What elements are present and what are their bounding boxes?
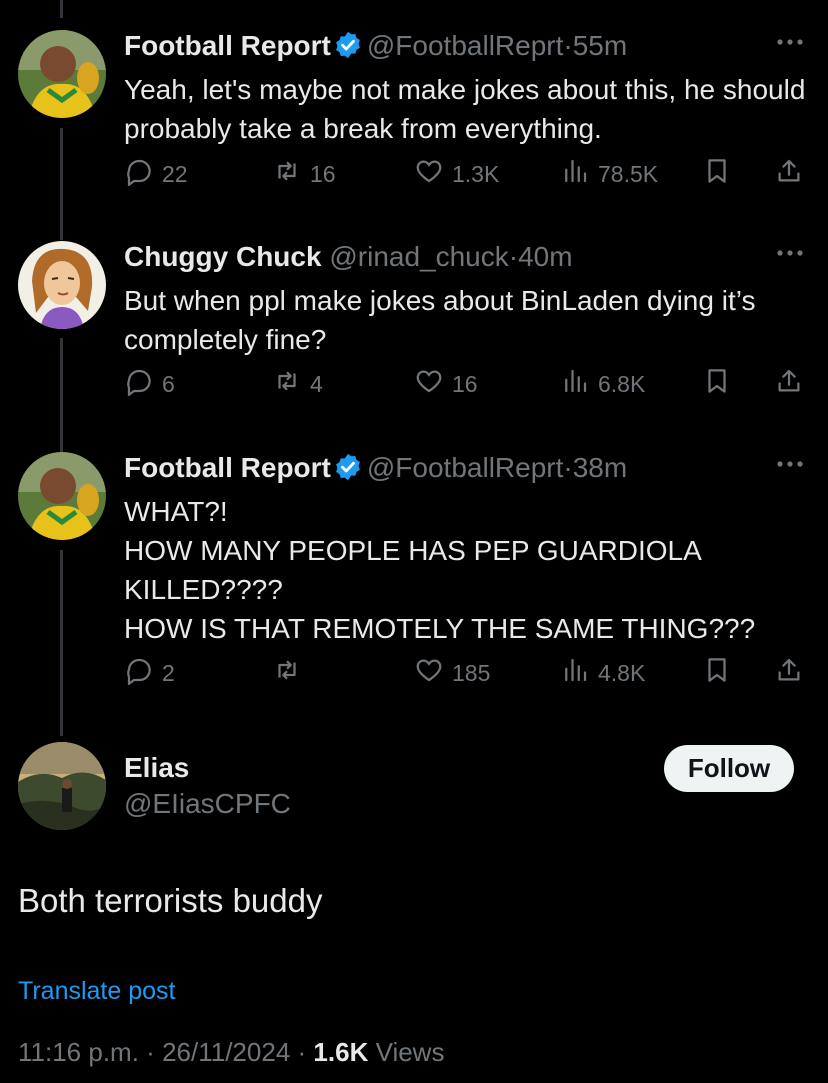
post-time[interactable]: 11:16 p.m. <box>18 1037 139 1067</box>
reply-count: 22 <box>162 160 188 187</box>
post-time[interactable]: 38m <box>573 452 627 483</box>
share-button[interactable] <box>774 367 804 401</box>
post-text-line: WHAT?! <box>124 496 228 527</box>
like-button[interactable]: 1.3K <box>414 157 499 191</box>
bookmark-button[interactable] <box>702 157 732 191</box>
author-handle[interactable]: @FootballReprt <box>367 452 564 483</box>
repost-count: 16 <box>310 160 336 187</box>
repost-icon <box>272 366 310 402</box>
follow-button[interactable]: Follow <box>664 745 794 792</box>
post-text-line: HOW MANY PEOPLE HAS PEP GUARDIOLA <box>124 535 702 566</box>
like-button[interactable]: 185 <box>414 656 490 690</box>
author-name[interactable]: Football Report <box>124 452 331 483</box>
share-icon <box>774 655 804 691</box>
bookmark-button[interactable] <box>702 367 732 401</box>
views-icon <box>560 655 598 691</box>
like-button[interactable]: 16 <box>414 367 478 401</box>
post-text-line: HOW IS THAT REMOTELY THE SAME THING??? <box>124 613 756 644</box>
share-icon <box>774 366 804 402</box>
action-bar: 22 16 1.3K 78.5K <box>124 157 814 191</box>
reply-button[interactable]: 22 <box>124 157 188 191</box>
bookmark-icon <box>702 366 732 402</box>
avatar[interactable] <box>18 241 106 329</box>
repost-button[interactable]: 4 <box>272 367 323 401</box>
post-meta: 11:16 p.m. · 26/11/2024 · 1.6K Views <box>18 1037 444 1068</box>
post-header: Football Report @FootballReprt·55m <box>124 30 627 62</box>
post-header: Chuggy Chuck @rinad_chuck·40m <box>124 241 573 273</box>
like-count: 185 <box>452 659 491 686</box>
repost-button[interactable] <box>272 656 310 690</box>
views-label: Views <box>375 1037 445 1067</box>
thread-line <box>60 128 63 240</box>
author-handle[interactable]: @EIiasCPFC <box>124 788 291 820</box>
separator-dot: · <box>508 241 519 272</box>
views-count: 6.8K <box>598 370 646 397</box>
reply-icon <box>124 655 162 691</box>
post-time[interactable]: 55m <box>573 30 627 61</box>
thread-line <box>60 338 63 452</box>
repost-icon <box>272 655 310 691</box>
like-icon <box>414 156 452 192</box>
thread-line <box>60 0 63 18</box>
like-count: 1.3K <box>452 160 500 187</box>
share-icon <box>774 156 804 192</box>
verified-badge-icon <box>333 30 363 60</box>
reply-button[interactable]: 2 <box>124 656 175 690</box>
bookmark-icon <box>702 156 732 192</box>
reply-icon <box>124 156 162 192</box>
views-button[interactable]: 4.8K <box>560 656 645 690</box>
author-name[interactable]: Chuggy Chuck <box>124 241 322 272</box>
post-text: Yeah, let's maybe not make jokes about t… <box>124 74 806 144</box>
reply-count: 6 <box>162 370 175 397</box>
author-name[interactable]: Football Report <box>124 30 331 61</box>
translate-post-link[interactable]: Translate post <box>18 977 175 1006</box>
avatar[interactable] <box>18 452 106 540</box>
separator-dot: · <box>563 452 573 483</box>
separator-dot: · <box>563 30 573 61</box>
bookmark-button[interactable] <box>702 656 732 690</box>
avatar[interactable] <box>18 30 106 118</box>
avatar[interactable] <box>18 742 106 830</box>
views-button[interactable]: 78.5K <box>560 157 658 191</box>
separator-dot: · <box>297 1037 307 1067</box>
author-name[interactable]: Elias <box>124 752 189 784</box>
views-count[interactable]: 1.6K <box>313 1037 368 1067</box>
views-count: 78.5K <box>598 160 659 187</box>
action-bar: 6 4 16 6.8K <box>124 367 814 401</box>
repost-button[interactable]: 16 <box>272 157 336 191</box>
repost-icon <box>272 156 310 192</box>
post-time[interactable]: 40m <box>518 241 572 272</box>
like-icon <box>414 655 452 691</box>
repost-count: 4 <box>310 370 323 397</box>
more-icon[interactable] <box>776 243 804 263</box>
reply-count: 2 <box>162 659 175 686</box>
views-count: 4.8K <box>598 659 646 686</box>
more-icon[interactable] <box>776 454 804 474</box>
reply-icon <box>124 366 162 402</box>
like-icon <box>414 366 452 402</box>
post-header: Football Report @FootballReprt·38m <box>124 452 627 484</box>
author-handle[interactable]: @rinad_chuck <box>329 241 508 272</box>
share-button[interactable] <box>774 157 804 191</box>
post-text: But when ppl make jokes about BinLaden d… <box>124 285 756 355</box>
views-button[interactable]: 6.8K <box>560 367 645 401</box>
reply-button[interactable]: 6 <box>124 367 175 401</box>
separator-dot: · <box>146 1037 155 1067</box>
post-text: WHAT?! HOW MANY PEOPLE HAS PEP GUARDIOLA… <box>124 492 814 648</box>
post-date[interactable]: 26/11/2024 <box>162 1037 290 1067</box>
bookmark-icon <box>702 655 732 691</box>
share-button[interactable] <box>774 656 804 690</box>
post-text-line: KILLED???? <box>124 574 283 605</box>
thread-line <box>60 550 63 736</box>
post-text: Both terrorists buddy <box>18 882 323 919</box>
author-handle[interactable]: @FootballReprt <box>367 30 564 61</box>
more-icon[interactable] <box>776 32 804 52</box>
verified-badge-icon <box>333 452 363 482</box>
action-bar: 2 185 4.8K <box>124 656 814 690</box>
views-icon <box>560 366 598 402</box>
views-icon <box>560 156 598 192</box>
like-count: 16 <box>452 370 478 397</box>
